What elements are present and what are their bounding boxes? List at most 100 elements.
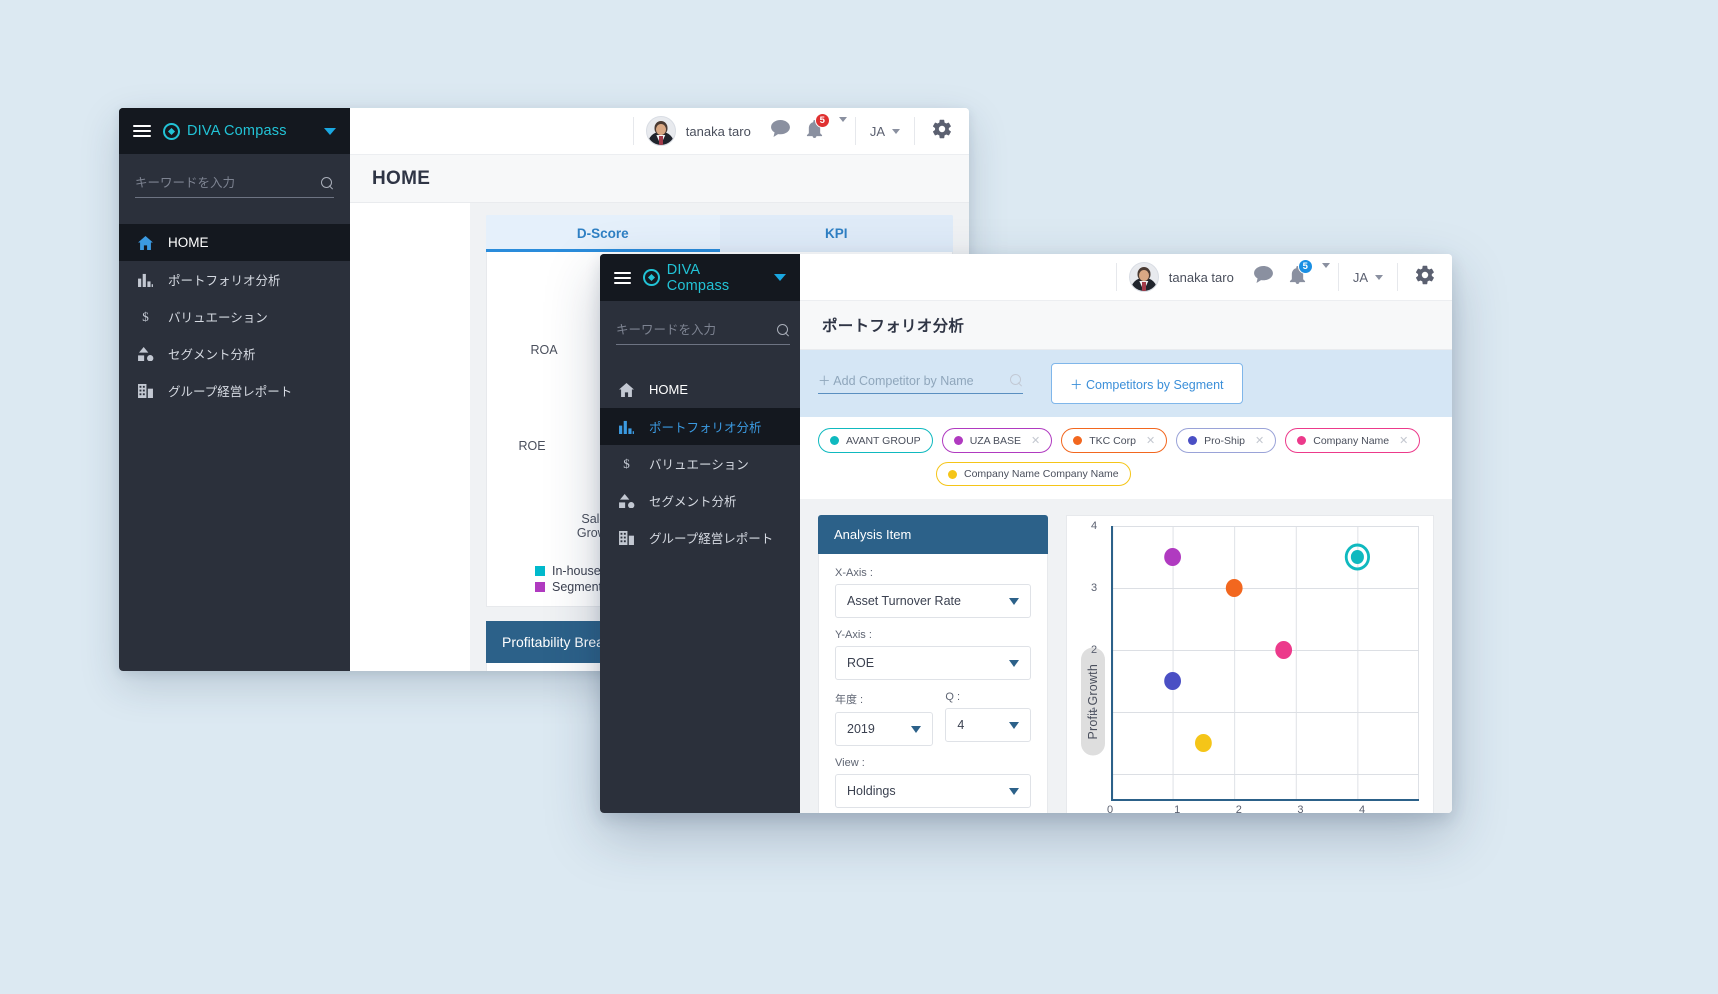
- building-icon: [618, 530, 635, 545]
- sidebar-item-portfolio[interactable]: ポートフォリオ分析: [119, 261, 350, 298]
- chat-bubble-icon[interactable]: [1246, 266, 1281, 288]
- sidebar-label: セグメント分析: [649, 495, 737, 509]
- close-icon[interactable]: ✕: [1146, 434, 1155, 447]
- avatar: [645, 116, 676, 146]
- x-tick-1: 1: [1174, 804, 1181, 813]
- chevron-down-icon[interactable]: [774, 274, 786, 281]
- dollar-icon: $: [137, 309, 154, 324]
- chat-bubble-icon[interactable]: [763, 120, 798, 142]
- user-menu[interactable]: tanaka taro: [634, 116, 763, 146]
- chip-color-dot: [830, 436, 839, 445]
- competitor-search: [818, 373, 1023, 394]
- chip-label: AVANT GROUP: [846, 434, 921, 447]
- add-competitor-input[interactable]: [818, 373, 1010, 388]
- language-selector[interactable]: JA: [856, 124, 914, 139]
- chevron-down-icon[interactable]: [324, 127, 336, 135]
- notification-badge: 5: [1297, 258, 1313, 274]
- sidebar-item-segment[interactable]: セグメント分析: [600, 482, 800, 519]
- y-tick-4: 4: [1091, 520, 1098, 532]
- brand-logo[interactable]: DIVA Compass: [163, 122, 287, 140]
- x-axis-label: X-Axis :: [835, 567, 873, 579]
- user-caret[interactable]: [831, 117, 855, 140]
- y-axis-label: Y-Axis :: [835, 629, 872, 641]
- x-tick-0: 0: [1107, 804, 1114, 813]
- legend-label: In-house: [552, 564, 601, 578]
- sidebar-item-segment[interactable]: セグメント分析: [119, 335, 350, 372]
- chip-label: Pro-Ship: [1204, 434, 1246, 447]
- chip-color-dot: [1188, 436, 1198, 445]
- quarter-select[interactable]: 4: [945, 708, 1031, 742]
- brand-name: DIVA Compass: [187, 123, 287, 139]
- scatter-plot: 4 3 2 1 0 1 2 3 4: [1091, 520, 1419, 813]
- x-tick-4: 4: [1358, 804, 1366, 813]
- scatter-point-tkc-corp: [1225, 579, 1243, 597]
- sidebar-item-group-report[interactable]: グループ経営レポート: [119, 372, 350, 409]
- scatter-point-company-name: [1275, 641, 1293, 659]
- close-icon[interactable]: ✕: [1399, 434, 1408, 447]
- hamburger-icon[interactable]: [133, 125, 151, 137]
- search-input[interactable]: [616, 323, 777, 337]
- close-icon[interactable]: ✕: [1255, 434, 1264, 447]
- sidebar-item-home[interactable]: HOME: [600, 371, 800, 408]
- x-tick-2: 2: [1235, 804, 1242, 813]
- bell-icon[interactable]: 5: [798, 112, 831, 143]
- search-input[interactable]: [135, 176, 321, 190]
- year-select[interactable]: 2019: [835, 712, 934, 746]
- quarter-value: 4: [957, 718, 965, 732]
- sidebar-label: グループ経営レポート: [649, 532, 774, 546]
- sidebar-item-valuation[interactable]: $ バリュエーション: [119, 298, 350, 335]
- sidebar-item-group-report[interactable]: グループ経営レポート: [600, 519, 800, 556]
- bar-chart-icon: [137, 273, 154, 287]
- language-selector[interactable]: JA: [1339, 270, 1397, 285]
- chip-label: UZA BASE: [969, 434, 1022, 447]
- chip-avant-group[interactable]: AVANT GROUP: [818, 428, 933, 453]
- view-select[interactable]: Holdings: [835, 774, 1031, 808]
- year-value: 2019: [847, 722, 875, 736]
- search-icon[interactable]: [777, 323, 790, 337]
- brand-bar: DIVA Compass: [119, 108, 350, 154]
- search-icon[interactable]: [321, 176, 334, 190]
- chip-label: Company Name: [1313, 434, 1390, 447]
- brand-logo[interactable]: DIVA Compass: [643, 262, 762, 294]
- portfolio-topbar: tanaka taro 5 JA: [800, 254, 1452, 301]
- sidebar-nav: HOME ポートフォリオ分析 $ バリュエーション セグメント分析 グループ経営…: [600, 367, 800, 556]
- tab-kpi[interactable]: KPI: [719, 215, 953, 252]
- chevron-down-icon: [1009, 597, 1019, 605]
- sidebar-item-portfolio[interactable]: ポートフォリオ分析: [600, 408, 800, 445]
- y-axis-title-wrap: Profit Growth: [1081, 526, 1111, 813]
- notification-badge: 5: [814, 112, 830, 128]
- scatter-chart-card: Profit Growth 4 3 2 1 0 1 2 3 4: [1066, 515, 1434, 813]
- user-caret[interactable]: [1314, 263, 1338, 286]
- hamburger-icon[interactable]: [614, 271, 632, 284]
- x-axis-select[interactable]: Asset Turnover Rate: [835, 584, 1031, 618]
- competitors-by-segment-button[interactable]: ＋ Competitors by Segment: [1051, 363, 1243, 404]
- sidebar-label: バリュエーション: [649, 458, 749, 472]
- view-label: View :: [835, 757, 865, 769]
- close-icon[interactable]: ✕: [1031, 434, 1040, 447]
- chip-tkc-corp[interactable]: TKC Corp ✕: [1061, 428, 1168, 453]
- dollar-icon: $: [618, 456, 635, 471]
- y-axis-select[interactable]: ROE: [835, 646, 1031, 680]
- scatter-point-uza-base: [1164, 548, 1181, 566]
- chip-pro-ship[interactable]: Pro-Ship ✕: [1176, 428, 1277, 453]
- home-sidebar: DIVA Compass HOME: [119, 108, 350, 671]
- portfolio-content: ＋ Competitors by Segment AVANT GROUP UZA…: [800, 350, 1452, 813]
- chip-uza-base[interactable]: UZA BASE ✕: [941, 428, 1053, 453]
- chip-label: Company Name Company Name: [964, 468, 1119, 480]
- sidebar-item-valuation[interactable]: $ バリュエーション: [600, 445, 800, 482]
- chevron-down-icon: [838, 117, 847, 139]
- sidebar-item-home[interactable]: HOME: [119, 224, 350, 261]
- chip-company-name-company-name[interactable]: Company Name Company Name: [936, 462, 1131, 486]
- user-menu[interactable]: tanaka taro: [1117, 262, 1246, 292]
- y-axis-title: Profit Growth: [1081, 647, 1105, 756]
- home-icon: [618, 382, 635, 397]
- gear-icon[interactable]: [915, 118, 969, 145]
- x-tick-3: 3: [1297, 804, 1304, 813]
- bell-icon[interactable]: 5: [1281, 258, 1314, 289]
- tab-d-score[interactable]: D-Score: [486, 215, 720, 252]
- gear-icon[interactable]: [1398, 264, 1452, 291]
- user-name: tanaka taro: [685, 123, 751, 139]
- sidebar-search: [119, 154, 350, 220]
- search-icon[interactable]: [1010, 374, 1023, 387]
- chip-company-name[interactable]: Company Name ✕: [1285, 428, 1421, 453]
